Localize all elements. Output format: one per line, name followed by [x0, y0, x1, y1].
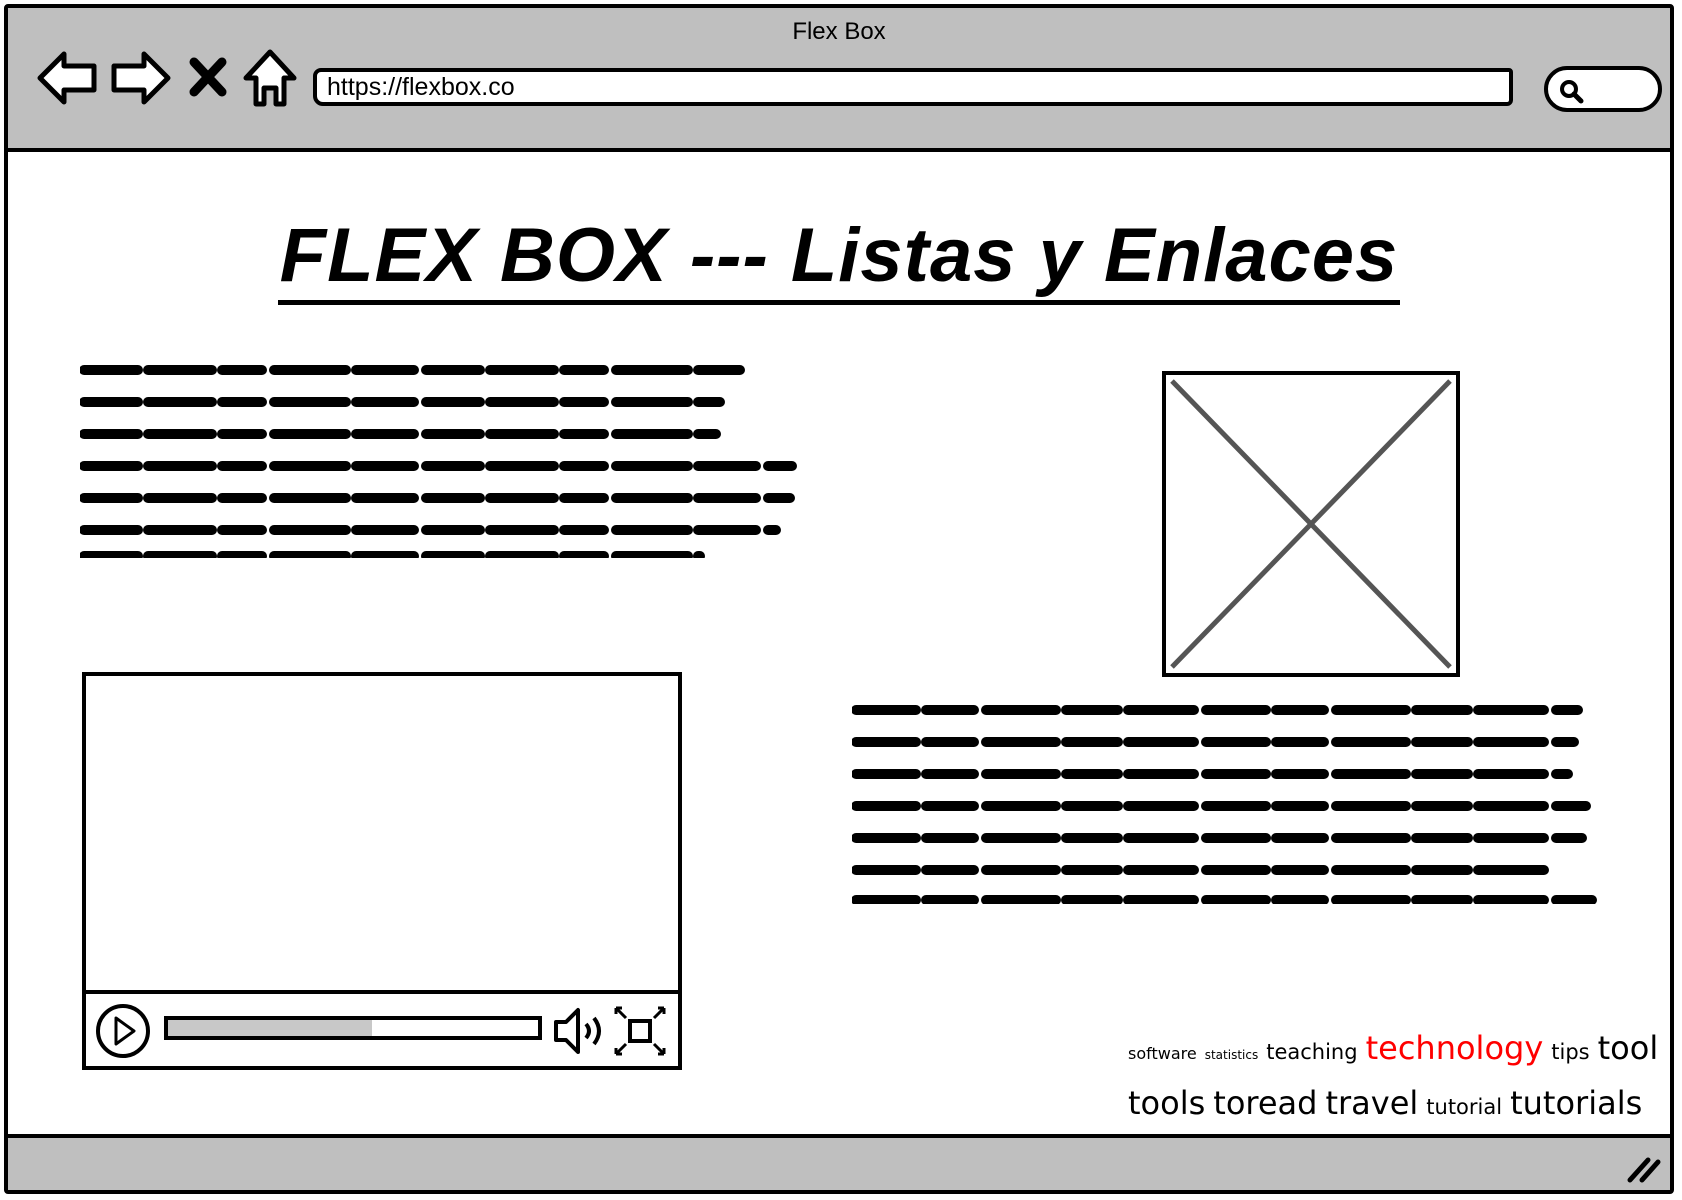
page-content: FLEX BOX --- Listas y Enlaces software s… [8, 152, 1670, 1138]
page-title: FLEX BOX --- Listas y Enlaces [8, 212, 1670, 305]
forward-button[interactable] [108, 46, 172, 110]
tag-link[interactable]: toread [1213, 1084, 1317, 1122]
tag-link[interactable]: statistics [1205, 1048, 1259, 1062]
home-icon [243, 49, 297, 107]
fullscreen-icon[interactable] [612, 1004, 668, 1058]
tag-link[interactable]: tips [1551, 1040, 1589, 1064]
text-block-left [80, 358, 800, 558]
browser-window: Flex Box https://flexbox.co FLEX BOX ---… [4, 4, 1674, 1194]
image-placeholder [1162, 371, 1460, 677]
window-title: Flex Box [792, 18, 886, 45]
tag-link[interactable]: tool [1598, 1029, 1659, 1067]
resize-grip-icon[interactable] [1626, 1152, 1662, 1184]
stop-icon [189, 57, 227, 97]
browser-toolbar: Flex Box https://flexbox.co [8, 8, 1670, 152]
forward-arrow-icon [111, 51, 171, 105]
home-button[interactable] [238, 46, 302, 110]
play-icon[interactable] [94, 1002, 152, 1060]
search-icon [1560, 80, 1584, 104]
tag-link[interactable]: tutorial [1426, 1095, 1502, 1119]
tag-link[interactable]: tutorials [1510, 1084, 1642, 1122]
image-placeholder-icon [1170, 379, 1452, 669]
page-heading: FLEX BOX --- Listas y Enlaces [277, 213, 1401, 305]
tag-link[interactable]: tools [1128, 1084, 1205, 1122]
tag-link[interactable]: technology [1366, 1029, 1544, 1067]
status-bar [8, 1134, 1670, 1190]
tag-link[interactable]: travel [1325, 1084, 1418, 1122]
back-button[interactable] [36, 46, 100, 110]
text-block-right [852, 698, 1612, 904]
tag-link[interactable]: software [1128, 1044, 1197, 1063]
video-controls [86, 990, 678, 1066]
address-bar[interactable]: https://flexbox.co [313, 68, 1513, 106]
tag-link[interactable]: teaching [1266, 1040, 1357, 1064]
tag-cloud: software statistics teaching technology tips… [1128, 1024, 1658, 1133]
back-arrow-icon [37, 51, 97, 105]
video-progress-bar[interactable] [164, 1016, 542, 1040]
search-field[interactable] [1544, 66, 1662, 112]
video-progress-fill [168, 1020, 372, 1036]
video-player[interactable] [82, 672, 682, 1070]
volume-icon[interactable] [552, 1004, 608, 1058]
